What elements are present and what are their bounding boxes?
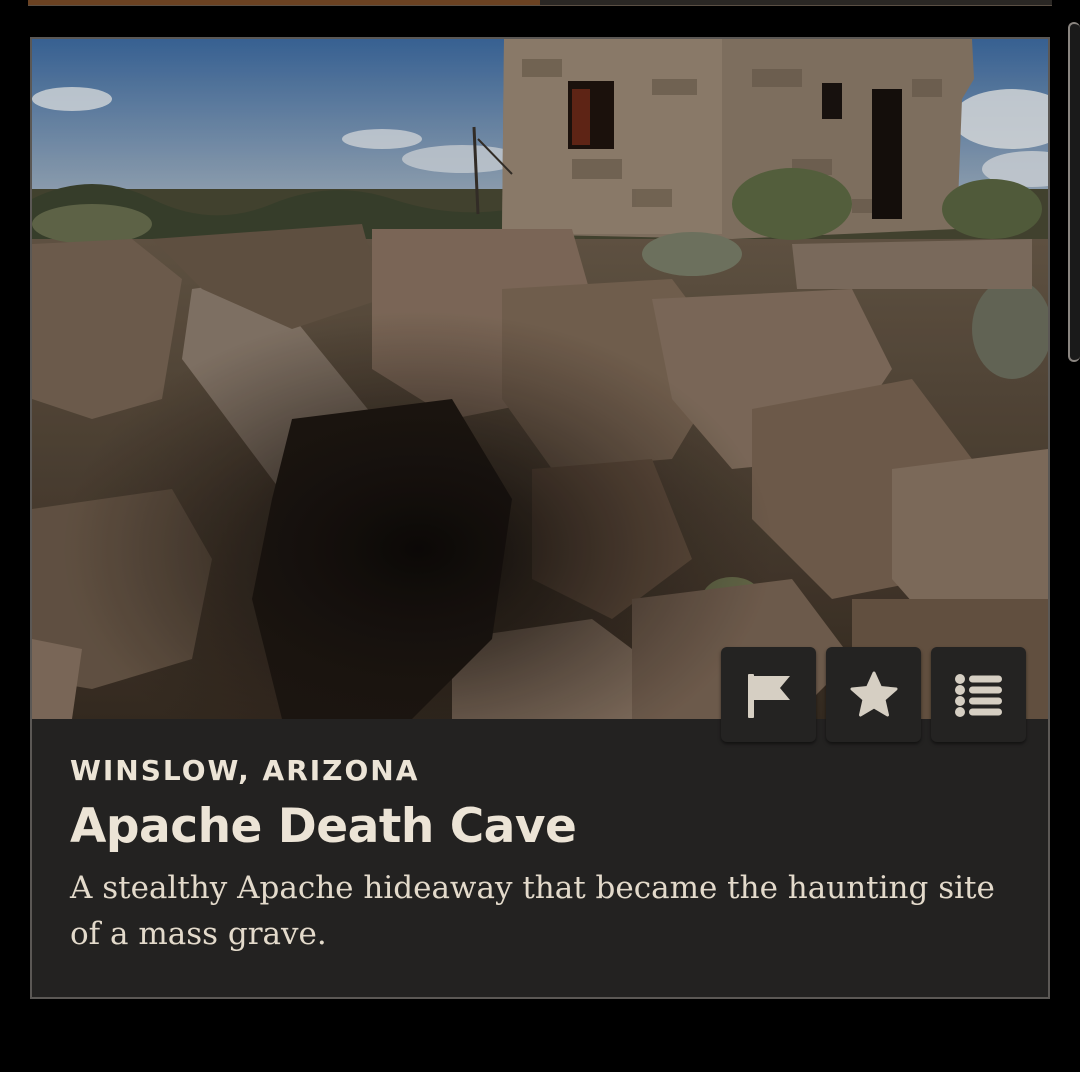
place-photo: [32, 39, 1048, 719]
place-info: WINSLOW, ARIZONA Apache Death Cave A ste…: [70, 751, 1020, 957]
progress-bar: [28, 0, 1052, 6]
flag-button[interactable]: [721, 647, 816, 742]
star-icon: [850, 671, 897, 716]
place-card[interactable]: WINSLOW, ARIZONA Apache Death Cave A ste…: [30, 37, 1050, 999]
favorite-button[interactable]: [826, 647, 921, 742]
place-description: A stealthy Apache hideaway that became t…: [70, 870, 995, 952]
progress-bar-fill: [28, 0, 540, 5]
list-button[interactable]: [931, 647, 1026, 742]
scrollbar-thumb[interactable]: [1068, 22, 1080, 362]
place-location: WINSLOW, ARIZONA: [70, 754, 420, 787]
flag-icon: [747, 673, 790, 718]
list-icon: [954, 673, 1002, 717]
action-bar: [721, 647, 1026, 742]
place-title[interactable]: Apache Death Cave: [70, 797, 1020, 857]
